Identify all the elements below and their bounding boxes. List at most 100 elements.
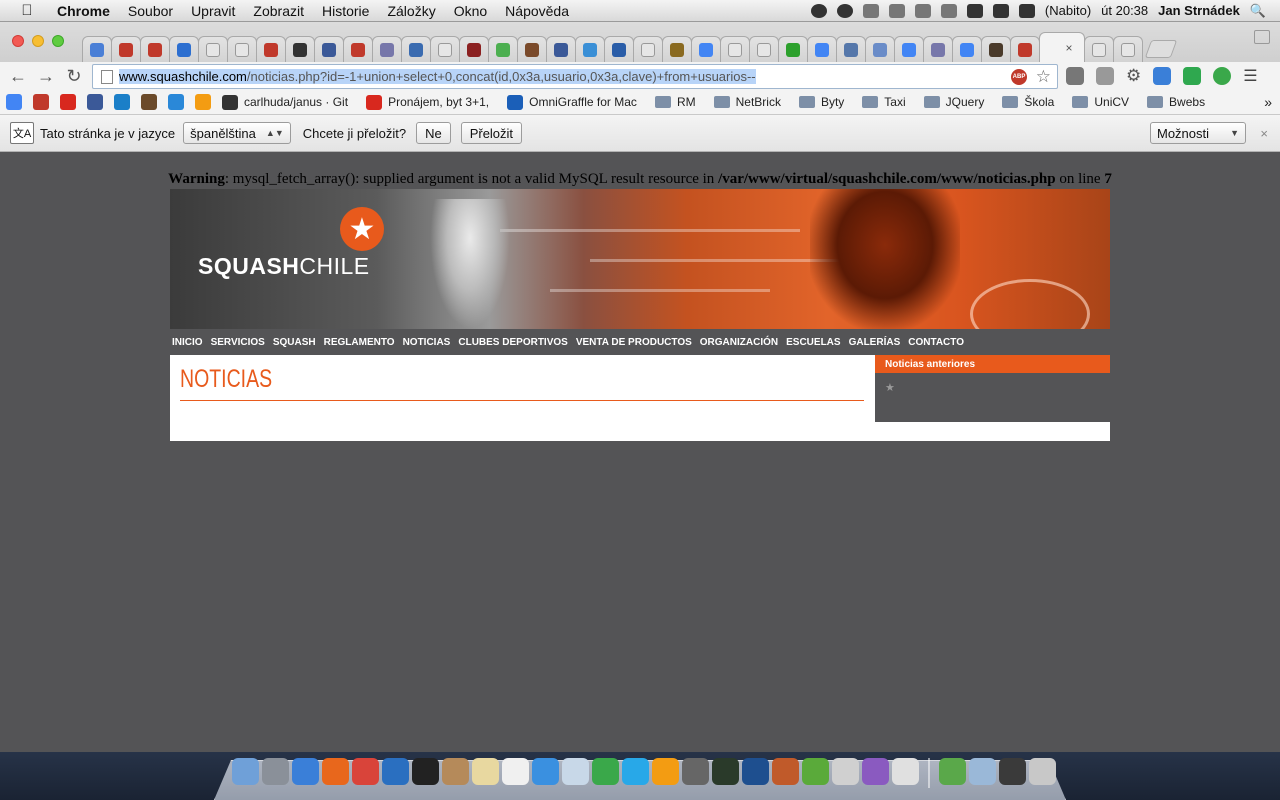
- menu-napoveda[interactable]: Nápověda: [496, 3, 578, 19]
- options-select[interactable]: Možnosti ▼: [1150, 122, 1246, 144]
- battery-status[interactable]: (Nabito): [1045, 3, 1091, 18]
- browser-tab[interactable]: [546, 36, 576, 62]
- browser-tab[interactable]: [691, 36, 721, 62]
- menu-okno[interactable]: Okno: [445, 3, 496, 19]
- status-app-icon[interactable]: [888, 3, 905, 18]
- browser-tab[interactable]: [662, 36, 692, 62]
- dock-app-icon[interactable]: [262, 758, 289, 785]
- browser-tab[interactable]: [981, 36, 1011, 62]
- bookmark-folder[interactable]: UniCV: [1072, 95, 1129, 109]
- browser-tab[interactable]: [314, 36, 344, 62]
- bookmark-icon[interactable]: [33, 94, 49, 110]
- nav-reglamento[interactable]: REGLAMENTO: [322, 337, 400, 348]
- dock-app-icon[interactable]: [862, 758, 889, 785]
- dock-app-icon[interactable]: [592, 758, 619, 785]
- browser-tab[interactable]: [285, 36, 315, 62]
- battery-icon[interactable]: [1018, 3, 1035, 18]
- nav-clubes[interactable]: CLUBES DEPORTIVOS: [456, 337, 572, 348]
- dock-app-icon[interactable]: [969, 758, 996, 785]
- profile-icon[interactable]: [1254, 30, 1270, 44]
- browser-tab[interactable]: [633, 36, 663, 62]
- nav-escuelas[interactable]: ESCUELAS: [784, 337, 845, 348]
- dock-app-icon[interactable]: [352, 758, 379, 785]
- translate-button[interactable]: Přeložit: [460, 122, 523, 144]
- dock-app-icon[interactable]: [412, 758, 439, 785]
- bookmark-folder[interactable]: Byty: [798, 95, 844, 109]
- dock-app-icon[interactable]: [802, 758, 829, 785]
- browser-tab[interactable]: [923, 36, 953, 62]
- dock-app-icon[interactable]: [232, 758, 259, 785]
- browser-tab[interactable]: [749, 36, 779, 62]
- browser-tab[interactable]: [720, 36, 750, 62]
- menu-zalozky[interactable]: Záložky: [378, 3, 444, 19]
- browser-tab[interactable]: [140, 36, 170, 62]
- extension-icon[interactable]: [1183, 67, 1202, 85]
- extension-icon[interactable]: [1213, 67, 1232, 85]
- bookmark-folder[interactable]: NetBrick: [713, 95, 781, 109]
- browser-tab[interactable]: [778, 36, 808, 62]
- browser-tab[interactable]: [401, 36, 431, 62]
- minimize-window-button[interactable]: [32, 35, 44, 47]
- nav-inicio[interactable]: INICIO: [170, 337, 208, 348]
- menu-upravit[interactable]: Upravit: [182, 3, 244, 19]
- browser-tab[interactable]: [1084, 36, 1114, 62]
- browser-tab[interactable]: [372, 36, 402, 62]
- reload-button[interactable]: ↻: [60, 66, 88, 87]
- bookmark-folder[interactable]: JQuery: [923, 95, 984, 109]
- status-app-icon[interactable]: [862, 3, 879, 18]
- nav-noticias[interactable]: NOTICIAS: [401, 337, 456, 348]
- menu-soubor[interactable]: Soubor: [119, 3, 182, 19]
- bookmark-icon[interactable]: [195, 94, 211, 110]
- bookmark-icon[interactable]: [114, 94, 130, 110]
- browser-tab[interactable]: [430, 36, 460, 62]
- dock-app-icon[interactable]: [712, 758, 739, 785]
- dock-app-icon[interactable]: [892, 758, 919, 785]
- apple-menu-icon[interactable]: : [16, 2, 38, 19]
- extension-icon[interactable]: [1153, 67, 1172, 85]
- dock-app-icon[interactable]: [502, 758, 529, 785]
- bookmark-folder[interactable]: Bwebs: [1147, 95, 1205, 109]
- close-icon[interactable]: ×: [1260, 126, 1268, 141]
- menu-historie[interactable]: Historie: [313, 3, 378, 19]
- browser-tab[interactable]: [256, 36, 286, 62]
- browser-tab[interactable]: [1010, 36, 1040, 62]
- browser-tab[interactable]: [488, 36, 518, 62]
- bookmark-icon[interactable]: [168, 94, 184, 110]
- extension-icon[interactable]: [1066, 67, 1084, 85]
- nav-contacto[interactable]: CONTACTO: [906, 337, 969, 348]
- browser-tab[interactable]: [865, 36, 895, 62]
- browser-tab[interactable]: [894, 36, 924, 62]
- zoom-window-button[interactable]: [52, 35, 64, 47]
- close-tab-icon[interactable]: ×: [1065, 41, 1072, 55]
- dock-app-icon[interactable]: [532, 758, 559, 785]
- browser-tab[interactable]: [575, 36, 605, 62]
- nav-squash[interactable]: SQUASH: [271, 337, 321, 348]
- status-app-icon[interactable]: [836, 3, 853, 18]
- bookmark-folder[interactable]: Škola: [1002, 95, 1054, 109]
- more-bookmarks-button[interactable]: »: [1264, 94, 1272, 110]
- dock-app-icon[interactable]: [652, 758, 679, 785]
- back-button[interactable]: ←: [4, 66, 32, 87]
- bookmark-icon[interactable]: [87, 94, 103, 110]
- bookmark-star-icon[interactable]: ☆: [1036, 67, 1051, 87]
- bookmark-icon[interactable]: [141, 94, 157, 110]
- nav-venta[interactable]: VENTA DE PRODUCTOS: [574, 337, 697, 348]
- clock[interactable]: út 20:38: [1101, 3, 1148, 18]
- dock-app-icon[interactable]: [832, 758, 859, 785]
- new-tab-button[interactable]: [1144, 40, 1178, 58]
- browser-tab[interactable]: [198, 36, 228, 62]
- bookmark-folder[interactable]: RM: [654, 95, 696, 109]
- extension-icon[interactable]: [1096, 67, 1114, 85]
- status-app-icon[interactable]: [810, 3, 827, 18]
- browser-tab[interactable]: [1113, 36, 1143, 62]
- status-app-icon[interactable]: [914, 3, 931, 18]
- browser-tab[interactable]: [227, 36, 257, 62]
- no-button[interactable]: Ne: [416, 122, 451, 144]
- chrome-menu-icon[interactable]: ☰: [1243, 66, 1257, 86]
- dock-app-icon[interactable]: [939, 758, 966, 785]
- bookmark-icon[interactable]: [60, 94, 76, 110]
- gear-icon[interactable]: ⚙: [1126, 66, 1141, 86]
- forward-button[interactable]: →: [32, 66, 60, 87]
- browser-tab[interactable]: [82, 36, 112, 62]
- spotlight-icon[interactable]: 🔍: [1250, 3, 1266, 19]
